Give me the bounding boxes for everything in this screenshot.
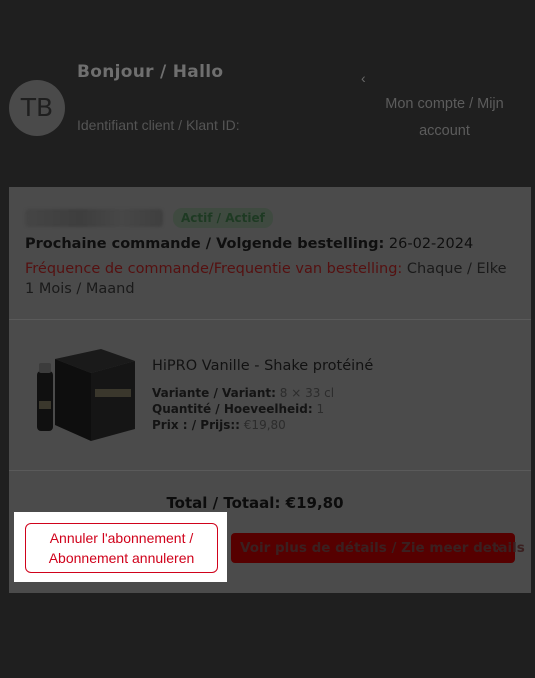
greeting: Bonjour / Hallo <box>77 62 224 82</box>
product-title: HiPRO Vanille - Shake protéiné <box>152 358 374 374</box>
price-value: €19,80 <box>243 418 286 432</box>
quantity-label: Quantité / Hoeveelheid: <box>152 402 313 416</box>
quantity-line: Quantité / Hoeveelheid: 1 <box>152 402 324 416</box>
status-badge: Actif / Actief <box>173 208 273 228</box>
order-total: Total / Totaal: €19,80 <box>166 494 344 512</box>
cancel-subscription-button[interactable]: Annuler l'abonnement / Abonnement annule… <box>25 523 218 573</box>
variant-value: 8 × 33 cl <box>279 386 335 400</box>
next-order-label: Prochaine commande / Volgende bestelling… <box>25 236 385 252</box>
next-order-line: Prochaine commande / Volgende bestelling… <box>25 236 520 252</box>
frequency-label: Fréquence de commande/Frequentie van bes… <box>25 261 403 277</box>
chevron-left-icon[interactable]: ‹ <box>361 70 366 86</box>
divider <box>9 319 531 320</box>
details-button-label: Voir plus de détails / Zie meer details <box>240 540 525 556</box>
account-link[interactable]: Mon compte / Mijn account <box>374 91 515 145</box>
product-image <box>37 349 135 441</box>
client-id-label: Identifiant client / Klant ID: <box>77 117 240 133</box>
avatar: TB <box>9 80 65 136</box>
price-label: Prix : / Prijs:: <box>152 418 240 432</box>
variant-line: Variante / Variant: 8 × 33 cl <box>152 386 334 400</box>
cancel-highlight: Annuler l'abonnement / Abonnement annule… <box>14 512 227 582</box>
order-number-blurred <box>25 209 163 227</box>
frequency-line: Fréquence de commande/Frequentie van bes… <box>25 259 520 299</box>
variant-label: Variante / Variant: <box>152 386 276 400</box>
chevron-right-icon: › <box>495 540 501 556</box>
price-line: Prix : / Prijs:: €19,80 <box>152 418 286 432</box>
quantity-value: 1 <box>316 402 325 416</box>
next-order-date: 26-02-2024 <box>388 236 474 252</box>
view-details-button[interactable]: Voir plus de détails / Zie meer details … <box>231 533 525 563</box>
divider <box>9 470 531 471</box>
